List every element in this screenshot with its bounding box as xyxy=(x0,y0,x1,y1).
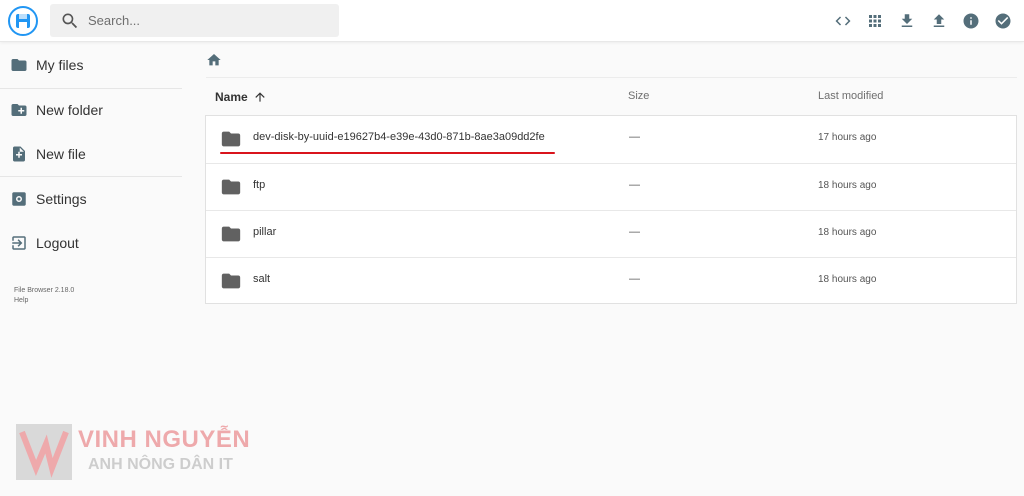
file-modified: 18 hours ago xyxy=(818,227,877,238)
upload-icon xyxy=(933,14,945,27)
file-modified: 18 hours ago xyxy=(818,274,877,285)
info-button[interactable] xyxy=(958,8,984,34)
sidebar-item-new-file[interactable]: New file xyxy=(0,134,180,174)
file-modified: 18 hours ago xyxy=(818,180,877,191)
download-button[interactable] xyxy=(894,8,920,34)
watermark-subtitle: ANH NÔNG DÂN IT xyxy=(88,456,233,473)
new-file-icon xyxy=(13,146,25,162)
file-size: — xyxy=(629,131,640,143)
top-bar xyxy=(0,0,1024,42)
sidebar-item-label: Settings xyxy=(36,191,87,207)
select-button[interactable] xyxy=(990,8,1016,34)
help-link[interactable]: Help xyxy=(14,296,74,306)
sidebar-item-label: New file xyxy=(36,146,86,162)
sidebar-item-logout[interactable]: Logout xyxy=(0,223,180,263)
sidebar-divider xyxy=(0,176,182,177)
search-icon xyxy=(62,13,78,28)
breadcrumb-home[interactable] xyxy=(206,52,222,68)
list-item[interactable]: dev-disk-by-uuid-e19627b4-e39e-43d0-871b… xyxy=(206,116,1016,163)
settings-icon xyxy=(12,192,26,206)
list-item[interactable]: pillar — 18 hours ago xyxy=(206,210,1016,257)
folder-icon xyxy=(11,59,27,71)
list-item[interactable]: ftp — 18 hours ago xyxy=(206,163,1016,210)
file-size: — xyxy=(629,226,640,238)
sidebar-divider xyxy=(0,88,182,89)
breadcrumb-divider xyxy=(206,77,1017,78)
file-name: dev-disk-by-uuid-e19627b4-e39e-43d0-871b… xyxy=(253,131,545,143)
app-logo[interactable] xyxy=(8,6,38,36)
sidebar-item-settings[interactable]: Settings xyxy=(0,179,180,219)
info-icon xyxy=(963,13,979,29)
header-actions xyxy=(830,8,1016,34)
check-circle-icon xyxy=(995,13,1011,29)
watermark-title: VINH NGUYỄN xyxy=(78,426,251,453)
sidebar-item-label: My files xyxy=(36,57,84,73)
highlight-underline xyxy=(220,152,555,154)
column-header-modified[interactable]: Last modified xyxy=(818,90,883,102)
file-name: salt xyxy=(253,273,271,285)
column-header-name[interactable]: Name xyxy=(215,90,267,104)
column-header-name-label: Name xyxy=(215,90,248,104)
grid-view-button[interactable] xyxy=(862,8,888,34)
sidebar-item-new-folder[interactable]: New folder xyxy=(0,90,180,130)
search-bar[interactable] xyxy=(50,4,339,37)
download-icon xyxy=(901,14,913,27)
upload-button[interactable] xyxy=(926,8,952,34)
file-list: dev-disk-by-uuid-e19627b4-e39e-43d0-871b… xyxy=(205,115,1017,304)
sidebar-item-label: New folder xyxy=(36,102,103,118)
folder-icon xyxy=(220,128,242,150)
file-size: — xyxy=(629,273,640,285)
sidebar-item-my-files[interactable]: My files xyxy=(0,45,180,85)
search-input[interactable] xyxy=(88,13,318,28)
code-icon xyxy=(835,16,851,26)
watermark: VINH NGUYỄN ANH NÔNG DÂN IT xyxy=(16,420,276,480)
folder-icon xyxy=(220,270,242,292)
code-button[interactable] xyxy=(830,8,856,34)
version-text: File Browser 2.18.0 xyxy=(14,287,75,294)
credits: File Browser 2.18.0 Help xyxy=(14,286,74,306)
home-icon xyxy=(207,54,221,66)
arrow-up-icon xyxy=(255,92,265,102)
file-modified: 17 hours ago xyxy=(818,132,877,143)
floppy-disk-icon xyxy=(16,14,30,28)
grid-view-icon xyxy=(869,15,881,27)
folder-icon xyxy=(220,176,242,198)
folder-icon xyxy=(220,223,242,245)
sidebar-item-label: Logout xyxy=(36,235,79,251)
column-header-size[interactable]: Size xyxy=(628,90,649,102)
list-item[interactable]: salt — 18 hours ago xyxy=(206,257,1016,304)
file-size: — xyxy=(629,179,640,191)
watermark-logo-icon xyxy=(16,424,72,480)
new-folder-icon xyxy=(11,104,27,116)
logout-icon xyxy=(12,236,26,250)
file-name: ftp xyxy=(253,179,266,191)
file-name: pillar xyxy=(253,226,277,238)
